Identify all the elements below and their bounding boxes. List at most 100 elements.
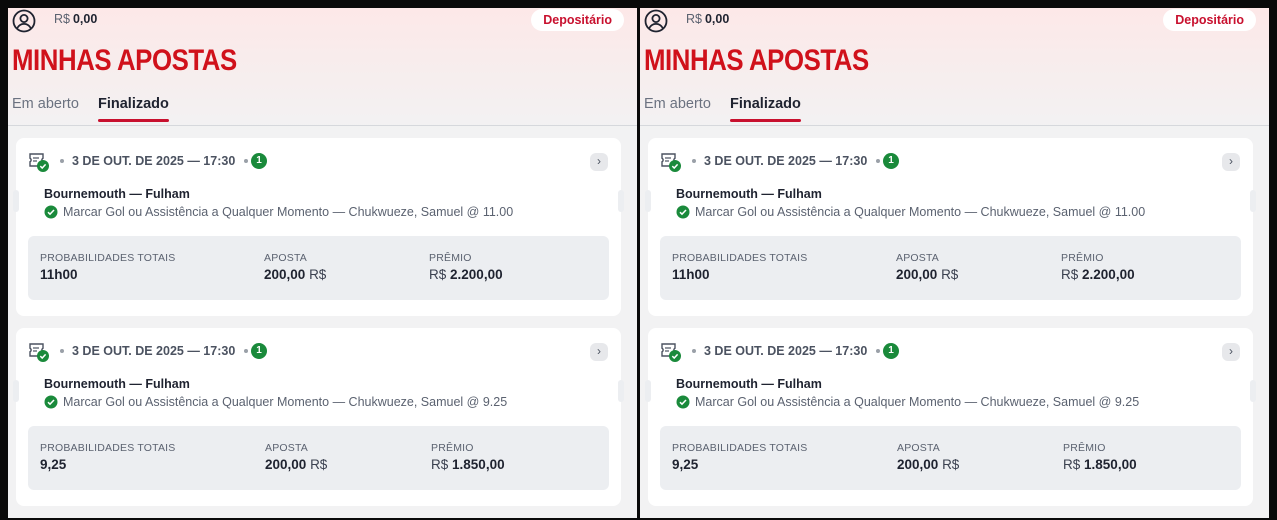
stake-currency: R$ bbox=[309, 267, 327, 282]
bet-date: 3 DE OUT. DE 2025 — 17:30 bbox=[72, 344, 236, 358]
bet-summary: PROBABILIDADES TOTAIS 11h00 APOSTA 200,0… bbox=[660, 236, 1241, 300]
selection-text: Marcar Gol ou Assistência a Qualquer Mom… bbox=[695, 395, 1140, 409]
bet-card[interactable]: 3 DE OUT. DE 2025 — 17:30 1 › Bournemout… bbox=[645, 138, 1256, 316]
check-circle-icon bbox=[44, 205, 58, 219]
stake: APOSTA 200,00 R$ bbox=[897, 442, 959, 472]
stake-amount: 200,00 bbox=[264, 267, 306, 282]
total-odds-value: 9,25 bbox=[672, 457, 699, 472]
bet-card[interactable]: 3 DE OUT. DE 2025 — 17:30 1 › Bournemout… bbox=[645, 328, 1256, 506]
total-odds-label: PROBABILIDADES TOTAIS bbox=[40, 252, 176, 264]
top-bar: R$ 0,00 Depositário bbox=[8, 8, 637, 33]
prize-currency: R$ bbox=[1061, 267, 1079, 282]
prize-currency: R$ bbox=[431, 457, 449, 472]
chevron-right-icon[interactable]: › bbox=[1222, 343, 1240, 361]
balance-currency: R$ bbox=[686, 12, 702, 26]
card-notch-left bbox=[645, 380, 651, 402]
balance-amount: 0,00 bbox=[72, 12, 98, 26]
ticket-check-icon bbox=[661, 343, 681, 362]
prize-label: PRÊMIO bbox=[1061, 252, 1104, 264]
prize: PRÊMIO R$ 2.200,00 bbox=[1061, 252, 1135, 282]
prize-value: R$ 1.850,00 bbox=[1063, 457, 1137, 472]
card-notch-right bbox=[1250, 190, 1256, 212]
separator-dot bbox=[692, 159, 696, 163]
chevron-right-icon[interactable]: › bbox=[1222, 153, 1240, 171]
balance-display: R$ 0,00 bbox=[54, 12, 97, 26]
bet-card-header: 3 DE OUT. DE 2025 — 17:30 1 › bbox=[660, 151, 1240, 172]
prize: PRÊMIO R$ 1.850,00 bbox=[431, 442, 505, 472]
user-circle-icon[interactable] bbox=[644, 9, 668, 33]
prize-amount: 2.200,00 bbox=[450, 267, 503, 282]
stake-amount: 200,00 bbox=[265, 457, 307, 472]
prize: PRÊMIO R$ 1.850,00 bbox=[1063, 442, 1137, 472]
match-name: Bournemouth — Fulham bbox=[44, 377, 190, 391]
total-odds-value: 11h00 bbox=[40, 267, 78, 282]
selection-count-badge: 1 bbox=[251, 343, 267, 359]
selection-count-badge: 1 bbox=[251, 153, 267, 169]
balance-amount: 0,00 bbox=[704, 12, 730, 26]
tab-finished[interactable]: Finalizado bbox=[730, 96, 801, 122]
tab-bar: Em aberto Finalizado bbox=[8, 94, 637, 126]
card-notch-right bbox=[618, 380, 624, 402]
check-circle-icon bbox=[44, 395, 58, 409]
ticket-check-icon bbox=[661, 153, 681, 172]
page-title: MINHAS APOSTAS bbox=[12, 44, 237, 77]
stake-label: APOSTA bbox=[264, 252, 308, 264]
selection-count-badge: 1 bbox=[883, 343, 899, 359]
bet-date: 3 DE OUT. DE 2025 — 17:30 bbox=[72, 154, 236, 168]
bet-summary: PROBABILIDADES TOTAIS 9,25 APOSTA 200,00… bbox=[660, 426, 1241, 490]
check-circle-icon bbox=[676, 395, 690, 409]
stake-value: 200,00 R$ bbox=[896, 267, 958, 282]
card-notch-left bbox=[13, 190, 19, 212]
balance-display: R$ 0,00 bbox=[686, 12, 729, 26]
tab-open[interactable]: Em aberto bbox=[644, 96, 711, 121]
bet-selection: Marcar Gol ou Assistência a Qualquer Mom… bbox=[44, 395, 507, 409]
bets-panel-left: R$ 0,00 Depositário MINHAS APOSTAS Em abe… bbox=[8, 8, 637, 518]
bet-card[interactable]: 3 DE OUT. DE 2025 — 17:30 1 › Bournemout… bbox=[13, 328, 624, 506]
total-odds-value: 11h00 bbox=[672, 267, 710, 282]
card-notch-left bbox=[13, 380, 19, 402]
bet-selection: Marcar Gol ou Assistência a Qualquer Mom… bbox=[676, 205, 1145, 219]
bet-summary: PROBABILIDADES TOTAIS 11h00 APOSTA 200,0… bbox=[28, 236, 609, 300]
prize-value: R$ 2.200,00 bbox=[1061, 267, 1135, 282]
selection-text: Marcar Gol ou Assistência a Qualquer Mom… bbox=[63, 395, 508, 409]
total-odds: PROBABILIDADES TOTAIS 11h00 bbox=[40, 252, 176, 282]
stake-label: APOSTA bbox=[897, 442, 941, 454]
separator-dot bbox=[60, 349, 64, 353]
prize-currency: R$ bbox=[429, 267, 447, 282]
chevron-right-icon[interactable]: › bbox=[590, 343, 608, 361]
separator-dot bbox=[692, 349, 696, 353]
stake-currency: R$ bbox=[310, 457, 328, 472]
total-odds: PROBABILIDADES TOTAIS 11h00 bbox=[672, 252, 808, 282]
stake-amount: 200,00 bbox=[897, 457, 939, 472]
prize-label: PRÊMIO bbox=[429, 252, 472, 264]
card-notch-right bbox=[1250, 380, 1256, 402]
total-odds: PROBABILIDADES TOTAIS 9,25 bbox=[40, 442, 176, 472]
bet-card-header: 3 DE OUT. DE 2025 — 17:30 1 › bbox=[28, 151, 608, 172]
stake-currency: R$ bbox=[941, 267, 959, 282]
deposit-button[interactable]: Depositário bbox=[531, 9, 624, 31]
total-odds: PROBABILIDADES TOTAIS 9,25 bbox=[672, 442, 808, 472]
separator-dot bbox=[876, 349, 880, 353]
separator-dot bbox=[60, 159, 64, 163]
prize: PRÊMIO R$ 2.200,00 bbox=[429, 252, 503, 282]
total-odds-label: PROBABILIDADES TOTAIS bbox=[672, 252, 808, 264]
ticket-check-icon bbox=[29, 153, 49, 172]
separator-dot bbox=[244, 159, 248, 163]
bet-card-header: 3 DE OUT. DE 2025 — 17:30 1 › bbox=[28, 341, 608, 362]
stake-amount: 200,00 bbox=[896, 267, 938, 282]
top-bar: R$ 0,00 Depositário bbox=[640, 8, 1269, 33]
tab-bar: Em aberto Finalizado bbox=[640, 94, 1269, 126]
ticket-check-icon bbox=[29, 343, 49, 362]
bet-card[interactable]: 3 DE OUT. DE 2025 — 17:30 1 › Bournemout… bbox=[13, 138, 624, 316]
match-name: Bournemouth — Fulham bbox=[44, 187, 190, 201]
user-circle-icon[interactable] bbox=[12, 9, 36, 33]
prize-amount: 1.850,00 bbox=[1084, 457, 1137, 472]
deposit-button[interactable]: Depositário bbox=[1163, 9, 1256, 31]
prize-value: R$ 1.850,00 bbox=[431, 457, 505, 472]
tab-open[interactable]: Em aberto bbox=[12, 96, 79, 121]
chevron-right-icon[interactable]: › bbox=[590, 153, 608, 171]
card-notch-right bbox=[618, 190, 624, 212]
tab-finished[interactable]: Finalizado bbox=[98, 96, 169, 122]
stake-value: 200,00 R$ bbox=[265, 457, 327, 472]
bet-date: 3 DE OUT. DE 2025 — 17:30 bbox=[704, 154, 868, 168]
